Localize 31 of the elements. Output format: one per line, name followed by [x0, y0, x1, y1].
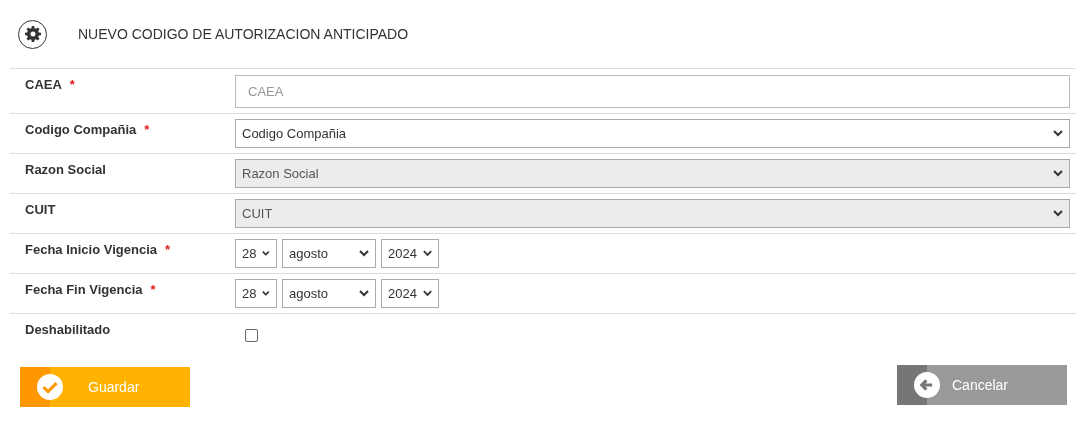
form-title: NUEVO CODIGO DE AUTORIZACION ANTICIPADO — [78, 26, 409, 42]
dropdown[interactable]: Codigo Compañia — [235, 119, 1070, 148]
chevron-icon — [422, 290, 432, 297]
dropdown[interactable]: 28 — [235, 279, 277, 308]
field-label: Codigo Compañia — [25, 122, 137, 137]
required-mark: * — [69, 77, 75, 92]
field-label: Fecha Inicio Vigencia — [25, 242, 157, 257]
dropdown[interactable]: 2024 — [381, 239, 439, 268]
required-mark: * — [165, 242, 171, 257]
required-mark: * — [144, 122, 150, 137]
chevron-icon — [1053, 210, 1063, 217]
checkbox[interactable] — [245, 329, 258, 342]
chevron-icon — [262, 290, 270, 297]
chevron-icon — [422, 250, 432, 257]
dropdown[interactable]: agosto — [282, 279, 376, 308]
chevron-icon — [359, 290, 369, 297]
dropdown[interactable]: 2024 — [381, 279, 439, 308]
chevron-icon — [262, 250, 270, 257]
check-icon — [37, 374, 63, 400]
chevron-icon — [359, 250, 369, 257]
field-label: CUIT — [25, 202, 56, 217]
dropdown[interactable]: 28 — [235, 239, 277, 268]
input-field[interactable]: CAEA — [235, 75, 1070, 108]
field-label: CAEA — [25, 77, 62, 92]
field-label: Fecha Fin Vigencia — [25, 282, 143, 297]
field-label: Razon Social — [25, 162, 106, 177]
required-mark: * — [150, 282, 156, 297]
dropdown[interactable]: agosto — [282, 239, 376, 268]
field-label: Deshabilitado — [25, 322, 111, 337]
chevron-icon — [1053, 170, 1063, 177]
chevron-icon — [1053, 130, 1063, 137]
